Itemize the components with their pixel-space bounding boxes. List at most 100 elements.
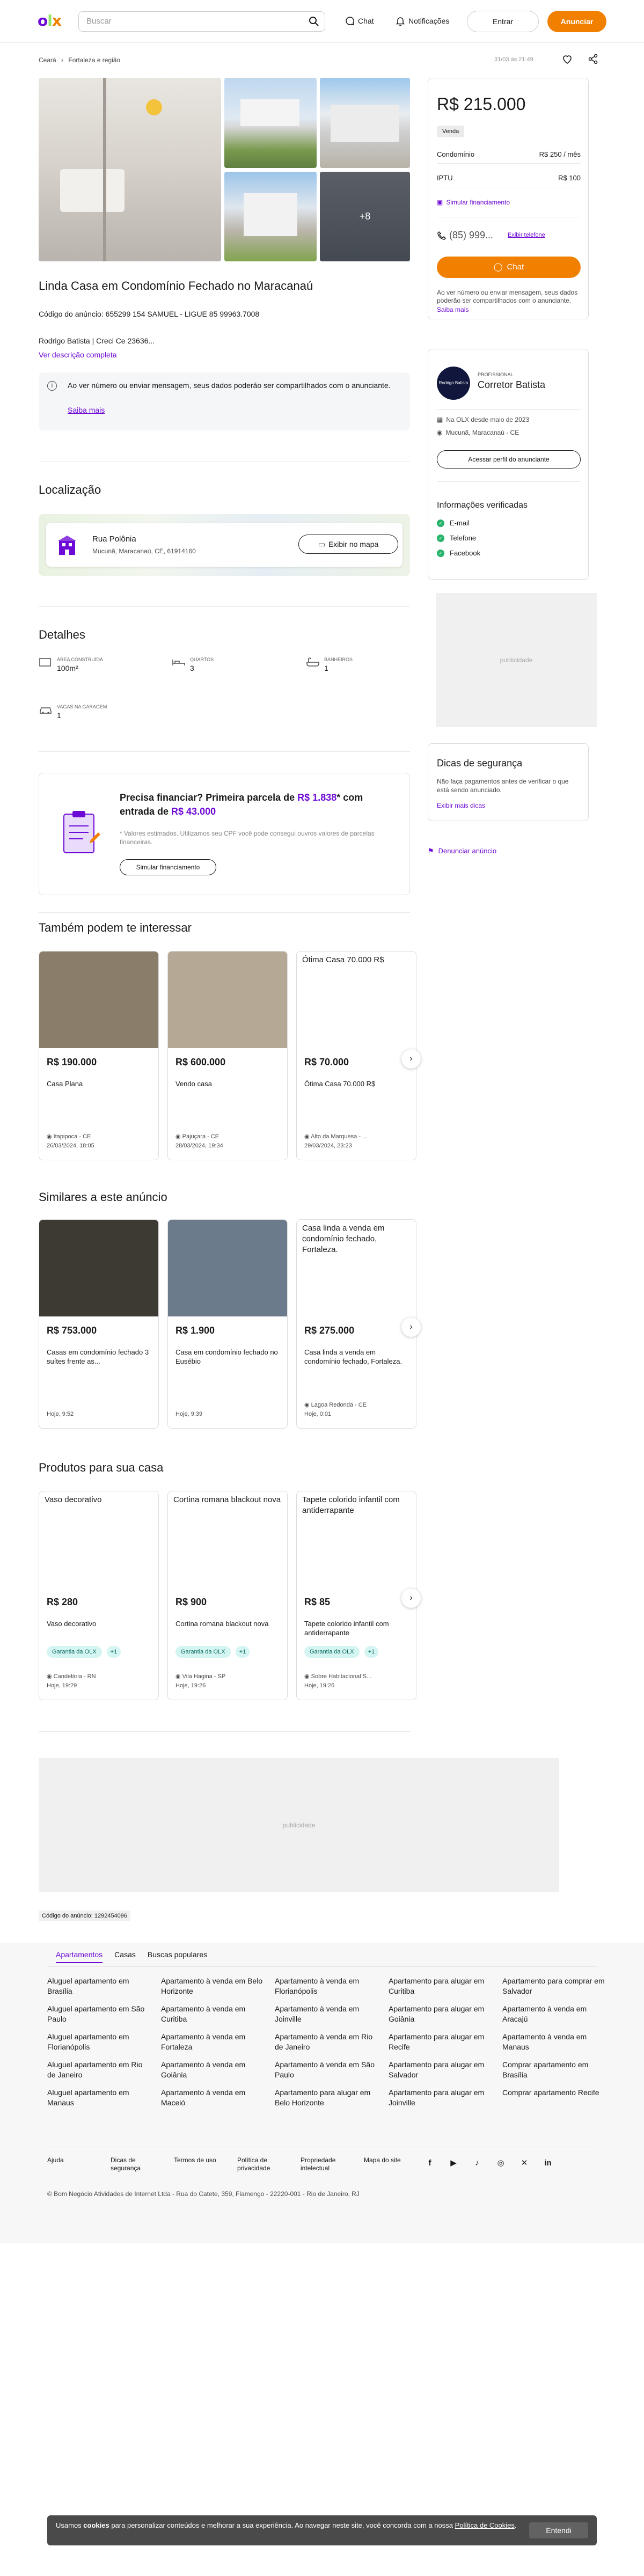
card-image[interactable]: [39, 952, 158, 1048]
cookie-accept-button[interactable]: Entendi: [529, 2522, 588, 2538]
card-date: 26/03/2024, 18:05: [47, 1143, 94, 1149]
card-image[interactable]: [168, 952, 287, 1048]
chat-button-label: Chat: [507, 262, 524, 272]
photo-4[interactable]: [224, 172, 317, 261]
footer-link[interactable]: Apartamento à venda em São Paulo: [275, 2060, 378, 2080]
notifications-link[interactable]: Notificações: [396, 16, 449, 26]
footer-link[interactable]: Aluguel apartamento em São Paulo: [47, 2004, 150, 2024]
footer-link[interactable]: Aluguel apartamento em Brasília: [47, 1976, 150, 1996]
seller-avatar[interactable]: Rodrigo Batista: [437, 367, 470, 400]
location-pin-icon: ◉: [175, 1673, 182, 1680]
youtube-icon[interactable]: ▶: [448, 2157, 459, 2169]
photo-2[interactable]: [224, 78, 317, 168]
footer-bottom-link[interactable]: Termos de uso: [174, 2156, 222, 2172]
tiktok-icon[interactable]: ♪: [471, 2157, 483, 2169]
breadcrumb-region[interactable]: Fortaleza e região: [68, 56, 120, 64]
footer-link[interactable]: Apartamento para alugar em Belo Horizont…: [275, 2088, 378, 2108]
listing-card[interactable]: Ótima Casa 70.000 R$ R$ 70.000 Ótima Casa …: [296, 951, 416, 1160]
footer-bottom-link[interactable]: Mapa do site: [364, 2156, 412, 2172]
linkedin-icon[interactable]: in: [542, 2157, 554, 2169]
listing-card[interactable]: Tapete colorido infantil com antiderrapa…: [296, 1491, 416, 1700]
footer-link[interactable]: Aluguel apartamento em Florianópolis: [47, 2032, 150, 2052]
footer-link[interactable]: Apartamento à venda em Aracajú: [502, 2004, 605, 2024]
heart-icon[interactable]: [561, 53, 574, 65]
footer-bottom-link[interactable]: Política de privacidade: [237, 2156, 286, 2172]
footer-link[interactable]: Apartamento para alugar em Joinville: [389, 2088, 492, 2108]
footer-link[interactable]: Comprar apartamento em Brasília: [502, 2060, 605, 2080]
main-photo[interactable]: [39, 78, 221, 261]
check-icon: ✓: [437, 519, 444, 527]
footer-link[interactable]: Comprar apartamento Recife: [502, 2088, 605, 2108]
footer-link[interactable]: Aluguel apartamento em Rio de Janeiro: [47, 2060, 150, 2080]
carousel-next-button[interactable]: ›: [401, 1589, 421, 1608]
show-map-button[interactable]: ▭ Exibir no mapa: [298, 535, 398, 554]
breadcrumb-state[interactable]: Ceará: [39, 56, 56, 64]
announce-button[interactable]: Anunciar: [547, 11, 606, 32]
footer-link[interactable]: Apartamento à venda em Belo Horizonte: [161, 1976, 264, 1996]
show-phone-link[interactable]: Exibir telefone: [508, 232, 545, 238]
footer-link[interactable]: Apartamento para alugar em Salvador: [389, 2060, 492, 2080]
listing-card[interactable]: Casa linda a venda em condomínio fechado…: [296, 1219, 416, 1429]
see-description-link[interactable]: Ver descrição completa: [39, 350, 117, 359]
x-icon[interactable]: ✕: [518, 2157, 530, 2169]
chat-link[interactable]: Chat: [345, 16, 374, 26]
footer-bottom-link[interactable]: Propriedade intelectual: [301, 2156, 349, 2172]
verified-phone: ✓ Telefone: [437, 534, 476, 542]
tab-popular-searches[interactable]: Buscas populares: [148, 1950, 207, 1963]
share-icon[interactable]: [588, 54, 598, 64]
sidebar-advertisement[interactable]: publicidade: [436, 593, 597, 727]
footer-link[interactable]: Apartamento à venda em Manaus: [502, 2032, 605, 2052]
photo-3[interactable]: [320, 78, 410, 168]
simulate-financing-link[interactable]: ▣ Simular financiamento: [437, 199, 581, 206]
detail-label: QUARTOS: [190, 657, 214, 662]
footer-link[interactable]: Apartamento para comprar em Salvador: [502, 1976, 605, 1996]
footer-bottom-link[interactable]: Dicas de segurança: [111, 2156, 159, 2172]
cookie-text: Usamos cookies para personalizar conteúd…: [56, 2521, 523, 2530]
card-date: Hoje, 9:52: [47, 1411, 74, 1417]
seller-profile-button[interactable]: Acessar perfil do anunciante: [437, 450, 581, 469]
footer-link[interactable]: Apartamento à venda em Rio de Janeiro: [275, 2032, 378, 2052]
simulate-financing-button[interactable]: Simular financiamento: [120, 859, 216, 875]
footer-link[interactable]: Apartamento à venda em Florianópolis: [275, 1976, 378, 1996]
verified-label: E-mail: [450, 519, 470, 527]
footer-bottom-link[interactable]: Ajuda: [47, 2156, 96, 2172]
search-icon[interactable]: [309, 16, 319, 27]
carousel-next-button[interactable]: ›: [401, 1049, 421, 1069]
instagram-icon[interactable]: ◎: [495, 2157, 507, 2169]
tab-apartments[interactable]: Apartamentos: [56, 1950, 103, 1963]
photo-more[interactable]: +8: [320, 172, 410, 261]
footer-link[interactable]: Apartamento para alugar em Goiânia: [389, 2004, 492, 2024]
footer-link[interactable]: Apartamento à venda em Fortaleza: [161, 2032, 264, 2052]
listing-card[interactable]: R$ 600.000 Vendo casa ◉ Pajuçara - CE 28/03…: [167, 951, 288, 1160]
listing-card[interactable]: Vaso decorativo R$ 280 Vaso decorativo Gara…: [39, 1491, 159, 1700]
footer-link[interactable]: Apartamento à venda em Joinville: [275, 2004, 378, 2024]
sidebar-learn-more-link[interactable]: Saiba mais: [437, 306, 581, 314]
cookie-policy-link[interactable]: Política de Cookies: [455, 2521, 515, 2529]
card-image[interactable]: [39, 1220, 158, 1316]
footer-link[interactable]: Apartamento à venda em Maceió: [161, 2088, 264, 2108]
report-label: Denunciar anúncio: [438, 847, 497, 855]
footer-link[interactable]: Apartamento para alugar em Curitiba: [389, 1976, 492, 1996]
notice-learn-more-link[interactable]: Saiba mais: [68, 406, 105, 414]
listing-card[interactable]: R$ 1.900 Casa em condomínio fechado no Eu…: [167, 1219, 288, 1429]
chat-button[interactable]: ◯ Chat: [437, 257, 581, 278]
listing-card[interactable]: R$ 190.000 Casa Plana ◉ Itapipoca - CE 26/0…: [39, 951, 159, 1160]
listing-card[interactable]: R$ 753.000 Casas em condomínio fechado 3 …: [39, 1219, 159, 1429]
advertisement[interactable]: publicidade: [39, 1758, 559, 1892]
footer-link[interactable]: Apartamento à venda em Curitiba: [161, 2004, 264, 2024]
report-listing-link[interactable]: ⚑ Denunciar anúncio: [428, 847, 496, 855]
tab-houses[interactable]: Casas: [114, 1950, 136, 1963]
facebook-icon[interactable]: f: [424, 2157, 436, 2169]
listing-card[interactable]: Cortina romana blackout nova R$ 900 Cortin…: [167, 1491, 288, 1700]
card-title: Vaso decorativo: [47, 1620, 97, 1628]
carousel-next-button[interactable]: ›: [401, 1318, 421, 1337]
footer-link[interactable]: Aluguel apartamento em Manaus: [47, 2088, 150, 2108]
footer-link[interactable]: Apartamento à venda em Goiânia: [161, 2060, 264, 2080]
card-image[interactable]: [168, 1220, 287, 1316]
footer-link[interactable]: Apartamento para alugar em Recife: [389, 2032, 492, 2052]
login-button[interactable]: Entrar: [467, 11, 539, 32]
search-input[interactable]: Buscar: [78, 11, 325, 32]
olx-logo[interactable]: olx: [38, 13, 62, 29]
seller-location: ◉ Mucunã, Maracanaú - CE: [437, 429, 519, 436]
safety-more-link[interactable]: Exibir mais dicas: [437, 802, 485, 809]
